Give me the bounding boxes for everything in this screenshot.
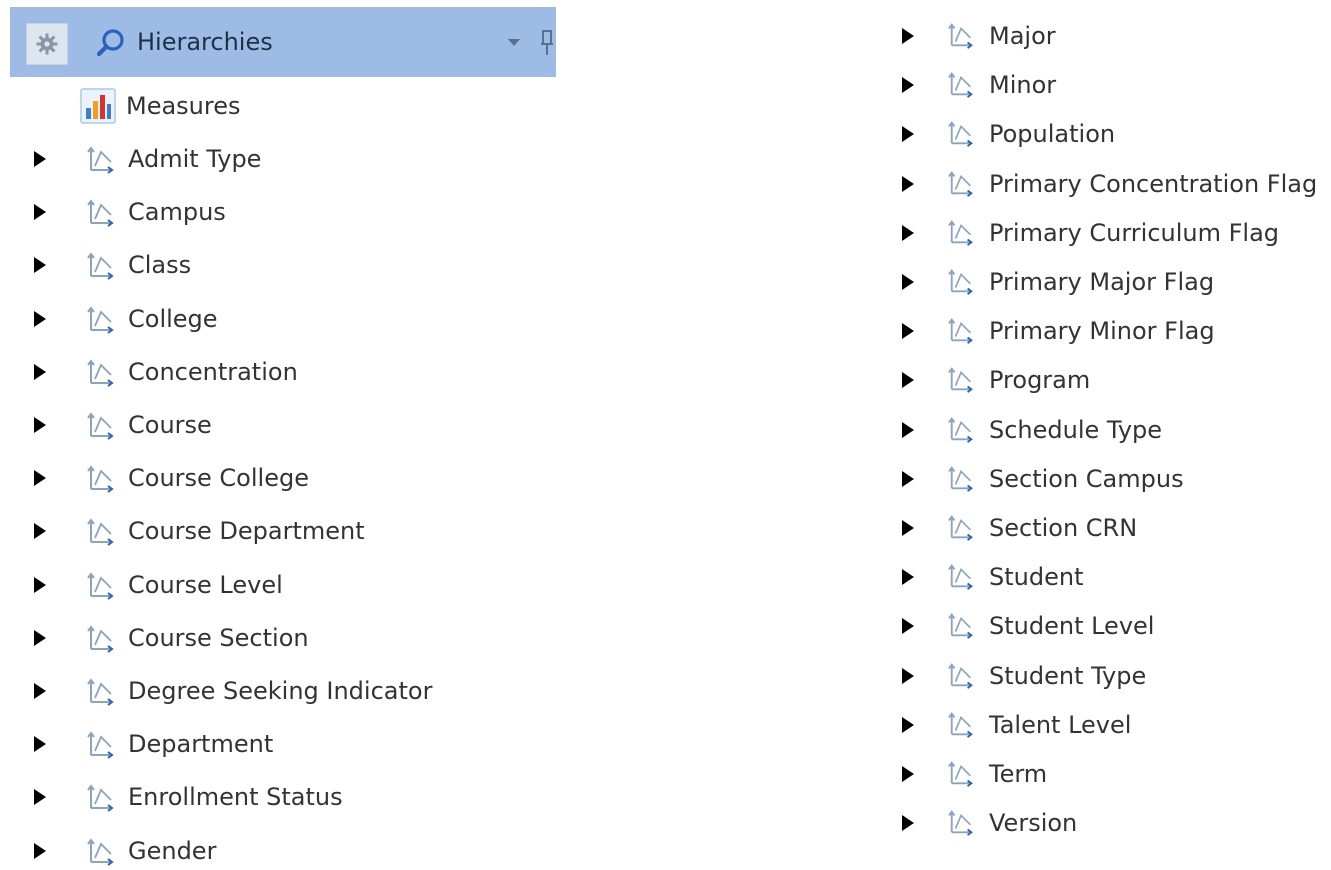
hierarchy-icon (948, 267, 976, 295)
tree-item-label: Section CRN (989, 514, 1138, 542)
tree-item[interactable]: Major (0, 19, 1331, 53)
tree-item[interactable]: Student Level (0, 609, 1331, 643)
tree-item-label: Population (989, 120, 1116, 149)
expand-arrow-icon[interactable] (34, 789, 46, 806)
tree-item[interactable]: Population (0, 117, 1331, 151)
hierarchy-icon (948, 759, 976, 787)
hierarchy-icon (948, 661, 976, 689)
hierarchy-icon (948, 710, 976, 738)
tree-item-label: Student Type (989, 661, 1147, 690)
expand-arrow-icon[interactable] (902, 126, 914, 143)
tree-item[interactable]: Student Type (0, 659, 1331, 693)
hierarchy-icon (948, 218, 976, 246)
hierarchy-icon (948, 365, 976, 394)
tree-item[interactable]: Section Campus (0, 462, 1331, 496)
hierarchy-icon (948, 611, 976, 640)
tree-item-label: Talent Level (989, 710, 1132, 739)
tree-item-label: Version (989, 809, 1078, 838)
tree-item[interactable]: Primary Concentration Flag (0, 167, 1331, 201)
expand-arrow-icon[interactable] (902, 28, 914, 44)
tree-item[interactable]: Primary Minor Flag (0, 314, 1331, 348)
tree-item[interactable]: Primary Major Flag (0, 265, 1331, 299)
tree-item-label: Term (989, 760, 1048, 788)
expand-arrow-icon[interactable] (902, 569, 914, 586)
tree-item[interactable]: Version (0, 806, 1331, 840)
expand-arrow-icon[interactable] (902, 716, 914, 733)
expand-arrow-icon[interactable] (34, 842, 46, 859)
expand-arrow-icon[interactable] (902, 372, 914, 389)
tree-item[interactable]: Section CRN (0, 511, 1331, 545)
expand-arrow-icon[interactable] (902, 766, 914, 782)
expand-arrow-icon[interactable] (902, 274, 914, 290)
hierarchy-icon (948, 562, 976, 591)
tree-item[interactable]: Minor (0, 68, 1331, 102)
hierarchy-icon (948, 70, 976, 99)
expand-arrow-icon[interactable] (902, 175, 914, 192)
tree-item-label: Primary Concentration Flag (989, 169, 1318, 198)
hierarchy-icon (948, 316, 976, 345)
tree-item-label: Primary Curriculum Flag (989, 218, 1280, 247)
tree-item-label: Schedule Type (989, 415, 1163, 444)
hierarchy-icon (948, 169, 976, 197)
hierarchy-icon (948, 119, 976, 148)
expand-arrow-icon[interactable] (902, 323, 914, 340)
tree-item[interactable]: Schedule Type (0, 413, 1331, 447)
hierarchy-icon (948, 513, 976, 541)
expand-arrow-icon[interactable] (902, 618, 914, 635)
expand-arrow-icon[interactable] (902, 421, 914, 438)
expand-arrow-icon[interactable] (902, 815, 914, 832)
tree-item-label: Section Campus (989, 464, 1184, 493)
expand-arrow-icon[interactable] (902, 224, 914, 241)
tree-item[interactable]: Term (0, 757, 1331, 791)
expand-arrow-icon[interactable] (902, 667, 914, 684)
tree-item[interactable]: Student (0, 560, 1331, 594)
tree-item[interactable]: Program (0, 363, 1331, 397)
hierarchy-icon (948, 21, 976, 49)
tree-item[interactable]: Talent Level (0, 708, 1331, 742)
tree-item-label: Primary Minor Flag (989, 317, 1215, 346)
hierarchy-icon (948, 415, 976, 443)
tree-item-label: Student (989, 563, 1084, 592)
expand-arrow-icon[interactable] (902, 77, 914, 94)
tree-item-label: Student Level (989, 612, 1155, 641)
hierarchy-icon (948, 464, 976, 492)
expand-arrow-icon[interactable] (902, 470, 914, 487)
tree-item[interactable]: Primary Curriculum Flag (0, 216, 1331, 250)
hierarchy-icon (948, 808, 976, 837)
expand-arrow-icon[interactable] (34, 151, 46, 167)
tree-item-label: Major (989, 22, 1056, 50)
expand-arrow-icon[interactable] (902, 520, 914, 536)
tree-item-label: Primary Major Flag (989, 268, 1215, 296)
tree-item-label: Program (989, 366, 1091, 395)
tree-item-label: Minor (989, 71, 1057, 100)
